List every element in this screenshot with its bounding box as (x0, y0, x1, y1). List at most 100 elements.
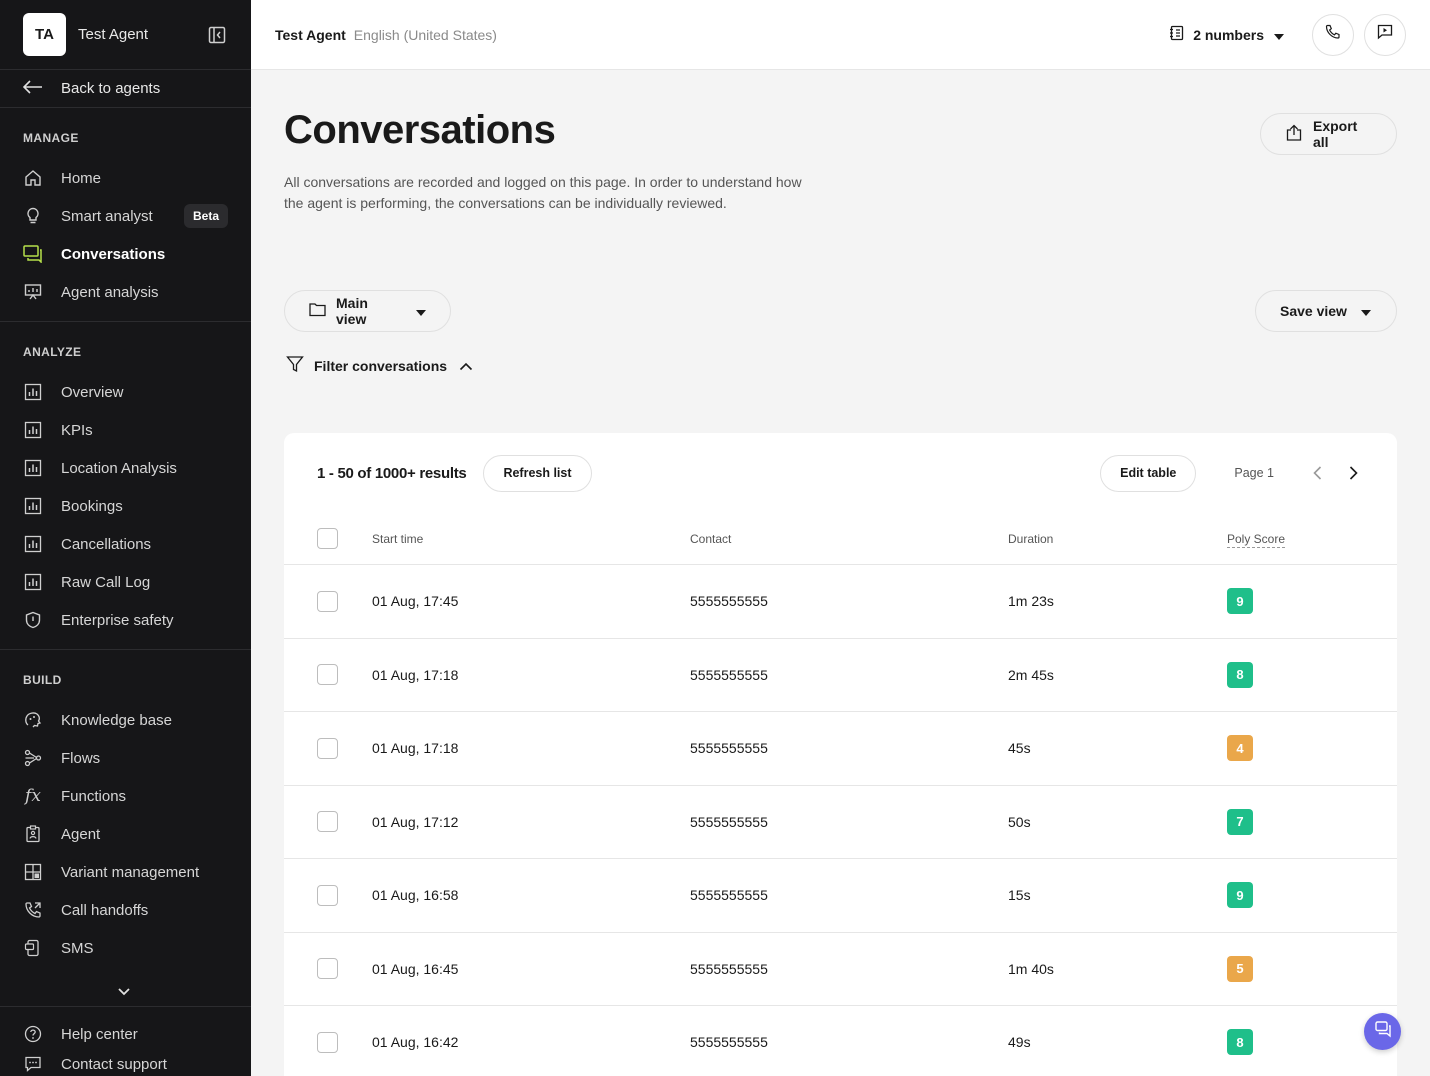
sidebar-item-enterprise-safety[interactable]: Enterprise safety (0, 601, 251, 639)
topbar-agent-name: Test Agent (275, 26, 346, 43)
column-contact[interactable]: Contact (690, 532, 1008, 546)
row-checkbox[interactable] (317, 1031, 338, 1053)
back-label: Back to agents (61, 80, 161, 97)
cell-start-time: 01 Aug, 16:45 (372, 960, 459, 977)
phone-icon (1325, 24, 1341, 45)
export-icon (1285, 124, 1303, 145)
sidebar-item-contact-support[interactable]: Contact support (0, 1049, 251, 1076)
sidebar-item-functions[interactable]: fx Functions (0, 777, 251, 815)
table-row[interactable]: 01 Aug, 17:18 5555555555 2m 45s 8 (284, 639, 1397, 712)
cell-contact: 5555555555 (690, 666, 768, 683)
chevron-right-icon[interactable] (1342, 462, 1364, 484)
table-row[interactable]: 01 Aug, 16:42 5555555555 49s 8 (284, 1006, 1397, 1076)
numbers-label: 2 numbers (1193, 26, 1264, 43)
export-all-button[interactable]: Export all (1260, 113, 1397, 155)
numbers-dropdown[interactable]: 2 numbers (1169, 25, 1284, 44)
poly-score-badge: 5 (1227, 955, 1253, 982)
cell-duration: 15s (1008, 887, 1031, 904)
poly-score-badge: 8 (1227, 1029, 1253, 1056)
topbar-language: English (United States) (353, 26, 497, 43)
arrow-left-icon (22, 79, 43, 98)
sidebar-item-cancellations[interactable]: Cancellations (0, 525, 251, 563)
sidebar-item-conversations[interactable]: Conversations (0, 235, 251, 273)
cell-contact: 5555555555 (690, 813, 768, 830)
sidebar-item-raw-call-log[interactable]: Raw Call Log (0, 563, 251, 601)
support-chat-button[interactable] (1364, 1013, 1401, 1050)
table-row[interactable]: 01 Aug, 16:58 5555555555 15s 9 (284, 859, 1397, 933)
page-description: All conversations are recorded and logge… (284, 174, 802, 211)
sidebar-item-label: Bookings (61, 497, 123, 515)
cell-contact: 5555555555 (690, 960, 768, 977)
refresh-list-button[interactable]: Refresh list (483, 454, 592, 492)
cell-start-time: 01 Aug, 17:45 (372, 593, 459, 610)
chevron-down-icon[interactable] (115, 985, 133, 1003)
row-checkbox[interactable] (317, 737, 338, 759)
sidebar-item-home[interactable]: Home (0, 159, 251, 197)
cell-contact: 5555555555 (690, 593, 768, 610)
sidebar-item-sms[interactable]: SMS (0, 929, 251, 967)
sidebar-item-variant-management[interactable]: Variant management (0, 853, 251, 891)
caret-down-icon (1274, 27, 1284, 43)
function-icon: fx (25, 786, 41, 806)
column-duration[interactable]: Duration (1008, 532, 1227, 546)
call-button[interactable] (1312, 13, 1354, 56)
sidebar-item-overview[interactable]: Overview (0, 373, 251, 411)
chat-bubble-icon (23, 1054, 43, 1074)
cell-duration: 2m 45s (1008, 666, 1054, 683)
bar-chart-icon (23, 496, 43, 516)
sidebar-item-label: KPIs (61, 421, 93, 439)
export-label: Export all (1313, 118, 1358, 150)
sidebar-item-call-handoffs[interactable]: Call handoffs (0, 891, 251, 929)
sidebar-item-agent-analysis[interactable]: Agent analysis (0, 273, 251, 311)
analyze-section: ANALYZE Overview KPIs Location Analysis … (0, 322, 251, 650)
row-checkbox[interactable] (317, 811, 338, 833)
table-row[interactable]: 01 Aug, 17:18 5555555555 45s 4 (284, 712, 1397, 786)
home-icon (23, 168, 43, 188)
sidebar-item-knowledge-base[interactable]: Knowledge base (0, 701, 251, 739)
sidebar-item-label: Overview (61, 383, 124, 401)
section-title-analyze: ANALYZE (23, 345, 82, 359)
sidebar-item-agent[interactable]: Agent (0, 815, 251, 853)
column-start-time[interactable]: Start time (372, 532, 690, 546)
bar-chart-icon (23, 420, 43, 440)
collapse-sidebar-icon[interactable] (206, 24, 228, 46)
sidebar-item-help-center[interactable]: Help center (0, 1019, 251, 1049)
table-row[interactable]: 01 Aug, 17:12 5555555555 50s 7 (284, 786, 1397, 859)
sidebar-item-label: Contact support (61, 1055, 167, 1073)
poly-score-badge: 9 (1227, 882, 1253, 909)
cell-start-time: 01 Aug, 17:12 (372, 813, 459, 830)
sidebar-item-flows[interactable]: Flows (0, 739, 251, 777)
table-row[interactable]: 01 Aug, 16:45 5555555555 1m 40s 5 (284, 933, 1397, 1006)
sidebar-item-label: Agent (61, 825, 101, 843)
main-view-dropdown[interactable]: Main view (284, 290, 451, 332)
row-checkbox[interactable] (317, 664, 338, 686)
sidebar-item-smart-analyst[interactable]: Smart analyst Beta (0, 197, 251, 235)
back-to-agents-link[interactable]: Back to agents (0, 70, 251, 108)
sidebar-item-location-analysis[interactable]: Location Analysis (0, 449, 251, 487)
chevron-left-icon[interactable] (1306, 462, 1328, 484)
cell-contact: 5555555555 (690, 1034, 768, 1051)
edit-table-button[interactable]: Edit table (1100, 454, 1197, 492)
sidebar-item-label: Flows (61, 749, 101, 767)
caret-down-icon (416, 303, 426, 319)
table-row[interactable]: 01 Aug, 17:45 5555555555 1m 23s 9 (284, 565, 1397, 639)
column-poly-score[interactable]: Poly Score (1227, 531, 1286, 548)
avatar[interactable]: TA (23, 13, 66, 56)
sidebar-item-kpis[interactable]: KPIs (0, 411, 251, 449)
section-title-manage: MANAGE (23, 131, 79, 145)
beta-badge: Beta (183, 204, 228, 228)
filter-conversations-toggle[interactable]: Filter conversations (286, 355, 473, 376)
presentation-icon (23, 282, 43, 302)
sidebar-item-label: Functions (61, 787, 127, 805)
chat-button[interactable] (1364, 13, 1406, 56)
row-checkbox[interactable] (317, 884, 338, 906)
save-view-label: Save view (1280, 303, 1347, 319)
agent-name[interactable]: Test Agent (78, 26, 206, 43)
row-checkbox[interactable] (317, 958, 338, 980)
save-view-dropdown[interactable]: Save view (1255, 290, 1397, 332)
sidebar-header: TA Test Agent (0, 0, 251, 70)
cell-contact: 5555555555 (690, 887, 768, 904)
row-checkbox[interactable] (317, 590, 338, 612)
select-all-checkbox[interactable] (317, 528, 338, 549)
sidebar-item-bookings[interactable]: Bookings (0, 487, 251, 525)
